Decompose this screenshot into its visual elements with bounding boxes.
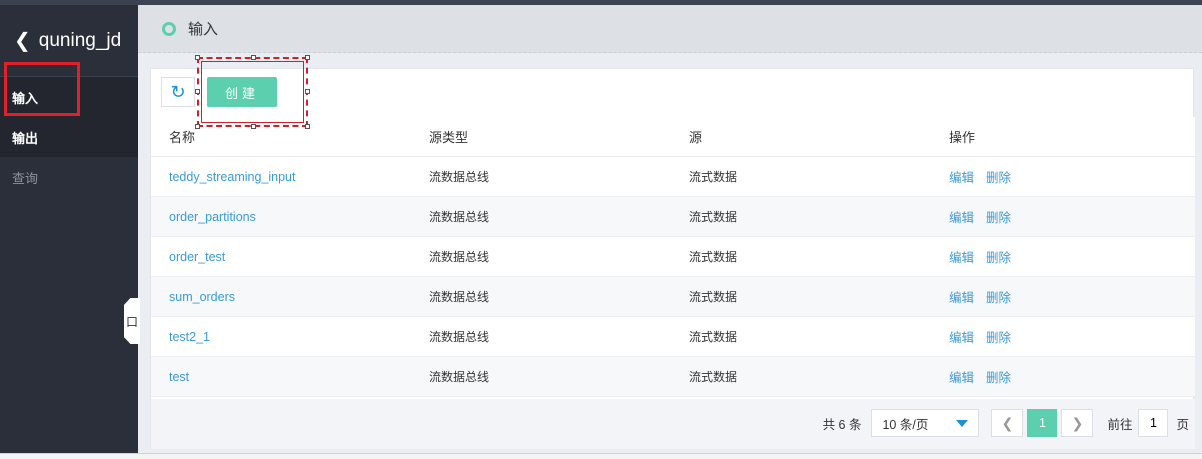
source-cell: 流式数据 <box>689 330 738 344</box>
page-size-select[interactable]: 10 条/页 <box>871 409 980 437</box>
delete-link[interactable]: 删除 <box>986 287 1011 306</box>
source-type-cell: 流数据总线 <box>429 210 490 224</box>
edit-link[interactable]: 编辑 <box>949 247 974 266</box>
source-cell: 流式数据 <box>689 290 738 304</box>
delete-link[interactable]: 删除 <box>986 367 1011 386</box>
back-chevron-icon[interactable]: ❮ <box>14 31 31 51</box>
source-cell: 流式数据 <box>689 370 738 384</box>
edit-link[interactable]: 编辑 <box>949 167 974 186</box>
resize-handle <box>305 55 310 60</box>
refresh-icon: ↻ <box>170 81 186 102</box>
table-row: order_test 流数据总线 流式数据 编辑 删除 <box>151 237 1195 277</box>
sidebar-item-output[interactable]: 输出 <box>0 117 138 157</box>
input-name-link[interactable]: teddy_streaming_input <box>169 170 295 184</box>
resize-handle <box>251 124 256 129</box>
column-header-actions: 操作 <box>949 130 976 145</box>
resize-handle <box>195 89 200 94</box>
pagination-bar: 共 6 条 10 条/页 ❮ 1 ❯ 前往 页 <box>151 399 1195 449</box>
page-header: 输入 <box>138 5 1202 53</box>
source-type-cell: 流数据总线 <box>429 250 490 264</box>
goto-page-input[interactable] <box>1138 409 1169 437</box>
page-size-value: 10 条/页 <box>882 417 929 432</box>
table-row: order_partitions 流数据总线 流式数据 编辑 删除 <box>151 197 1195 237</box>
caret-down-icon <box>956 419 969 427</box>
input-name-link[interactable]: order_partitions <box>169 210 256 224</box>
chevron-left-icon: ❮ <box>1001 414 1014 431</box>
table-row: test 流数据总线 流式数据 编辑 删除 <box>151 357 1195 397</box>
edit-link[interactable]: 编辑 <box>949 367 974 386</box>
source-type-cell: 流数据总线 <box>429 290 490 304</box>
edit-link[interactable]: 编辑 <box>949 327 974 346</box>
column-header-source[interactable]: 源 <box>671 127 931 146</box>
edit-link[interactable]: 编辑 <box>949 287 974 306</box>
source-type-cell: 流数据总线 <box>429 370 490 384</box>
delete-link[interactable]: 删除 <box>986 327 1011 346</box>
refresh-button[interactable]: ↻ <box>161 77 195 107</box>
sidebar-item-label: 输出 <box>12 130 39 146</box>
page-unit-label: 页 <box>1176 417 1189 432</box>
delete-link[interactable]: 删除 <box>986 167 1011 186</box>
goto-label: 前往 <box>1107 417 1133 432</box>
prev-page-button[interactable]: ❮ <box>991 409 1024 437</box>
page-title: 输入 <box>188 21 219 38</box>
highlight-box-create <box>195 55 310 129</box>
input-name-link[interactable]: test <box>169 370 189 384</box>
sidebar-collapse-toggle[interactable]: 口 <box>124 298 140 344</box>
inputs-table: 名称 源类型 源 操作 teddy_streaming_input 流数据总线 … <box>151 117 1195 397</box>
edit-link[interactable]: 编辑 <box>949 207 974 226</box>
source-type-cell: 流数据总线 <box>429 170 490 184</box>
window-bottom-bar <box>0 453 1202 459</box>
table-row: test2_1 流数据总线 流式数据 编辑 删除 <box>151 317 1195 357</box>
source-cell: 流式数据 <box>689 210 738 224</box>
resize-handle <box>195 124 200 129</box>
source-cell: 流式数据 <box>689 170 738 184</box>
next-page-button[interactable]: ❯ <box>1061 409 1094 437</box>
chevron-right-icon: ❯ <box>1071 414 1084 431</box>
page-number-current[interactable]: 1 <box>1027 409 1058 437</box>
table-body: teddy_streaming_input 流数据总线 流式数据 编辑 删除 or… <box>151 157 1195 397</box>
delete-link[interactable]: 删除 <box>986 247 1011 266</box>
highlight-box-sidebar <box>4 62 80 116</box>
pagination: 共 6 条 10 条/页 ❮ 1 ❯ 前往 页 <box>823 409 1195 437</box>
table-row: teddy_streaming_input 流数据总线 流式数据 编辑 删除 <box>151 157 1195 197</box>
sidebar-item-query[interactable]: 查询 <box>0 157 138 197</box>
input-name-link[interactable]: test2_1 <box>169 330 210 344</box>
input-name-link[interactable]: sum_orders <box>169 290 235 304</box>
source-type-cell: 流数据总线 <box>429 330 490 344</box>
source-cell: 流式数据 <box>689 250 738 264</box>
resize-handle <box>305 124 310 129</box>
sidebar-item-label: 查询 <box>12 170 39 186</box>
status-dot-icon <box>162 21 176 36</box>
delete-link[interactable]: 删除 <box>986 207 1011 226</box>
input-name-link[interactable]: order_test <box>169 250 225 264</box>
resize-handle <box>195 55 200 60</box>
resize-handle <box>305 89 310 94</box>
column-header-name[interactable]: 名称 <box>151 127 411 146</box>
column-header-source-type[interactable]: 源类型 <box>411 127 671 146</box>
collapse-toggle-label: 口 <box>125 314 138 329</box>
table-row: sum_orders 流数据总线 流式数据 编辑 删除 <box>151 277 1195 317</box>
total-count: 共 6 条 <box>822 417 862 432</box>
resize-handle <box>251 55 256 60</box>
project-name: quning_jd <box>38 29 122 51</box>
